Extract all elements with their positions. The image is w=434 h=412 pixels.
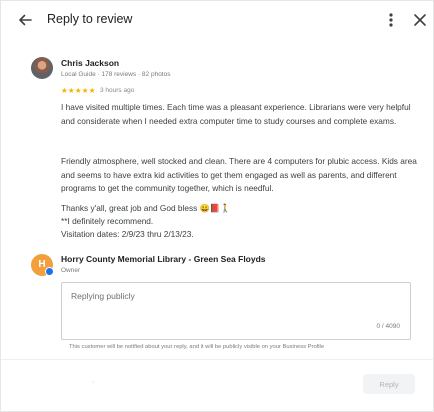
reply-dialog: Reply to review Chris Jackson Local Guid… xyxy=(0,0,434,412)
verified-badge-icon xyxy=(45,267,54,276)
review-text-paragraph: **I definitely recommend. xyxy=(61,216,154,226)
footer-divider xyxy=(1,359,434,360)
reply-box: 0 / 4090 xyxy=(61,282,411,340)
owner-role: Owner xyxy=(61,267,81,274)
reviewer-meta: Local Guide · 178 reviews · 82 photos xyxy=(61,71,171,78)
close-icon[interactable] xyxy=(411,10,429,30)
footer-dot: · xyxy=(92,379,95,386)
reviewer-avatar xyxy=(31,57,53,79)
reply-notice: This customer will be notified about you… xyxy=(69,344,325,350)
reply-button[interactable]: Reply xyxy=(363,374,415,394)
review-text-paragraph: Friendly atmosphere, well stocked and cl… xyxy=(61,156,417,193)
review-visitation-dates: Visitation dates: 2/9/23 thru 2/13/23. xyxy=(61,229,194,239)
review-text-paragraph: Thanks y'all, great job and God bless 😀📕… xyxy=(61,203,231,213)
review-text-paragraph: I have visited multiple times. Each time… xyxy=(61,102,411,126)
owner-name: Horry County Memorial Library - Green Se… xyxy=(61,254,266,264)
star-rating: ★★★★★ xyxy=(61,86,96,95)
review-age: 3 hours ago xyxy=(100,87,135,94)
character-counter: 0 / 4090 xyxy=(376,323,401,330)
more-vert-icon[interactable] xyxy=(383,10,399,30)
arrow-left-icon[interactable] xyxy=(15,10,35,30)
reviewer-name[interactable]: Chris Jackson xyxy=(61,58,119,68)
dialog-title: Reply to review xyxy=(47,12,133,26)
reply-input[interactable] xyxy=(62,283,410,339)
dialog-header: Reply to review xyxy=(1,1,434,41)
